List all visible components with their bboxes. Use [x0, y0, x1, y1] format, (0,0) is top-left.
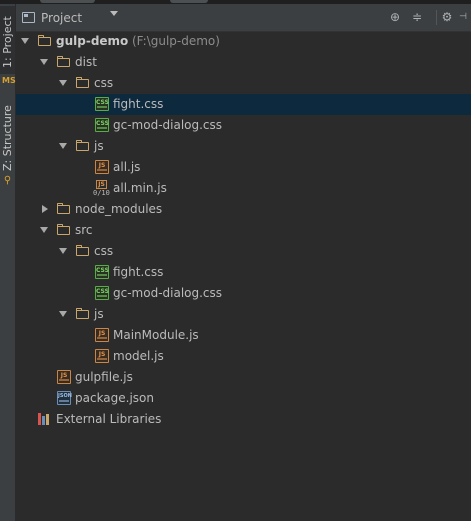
js-file-icon: JS: [95, 328, 109, 342]
header-divider: [436, 10, 437, 25]
tree-file-row[interactable]: CSS fight.css: [16, 94, 471, 115]
minified-js-file-icon: JS 0/10: [93, 180, 110, 197]
tree-item-label: model.js: [113, 349, 164, 363]
tree-item-label: External Libraries: [56, 412, 162, 426]
tree-item-label: fight.css: [113, 97, 164, 111]
target-icon[interactable]: ⊕: [388, 10, 402, 24]
tree-folder-row[interactable]: js: [16, 304, 471, 325]
left-tool-strip: 1: Project MS Z: Structure ⚲: [0, 4, 16, 521]
tree-item-label: all.min.js: [113, 181, 167, 195]
tree-folder-row[interactable]: css: [16, 73, 471, 94]
top-tab-1: [40, 0, 95, 3]
tree-item-label: MainModule.js: [113, 328, 199, 342]
folder-icon: [38, 35, 51, 46]
library-icon: [38, 413, 50, 425]
tab-structure[interactable]: Z: Structure: [0, 96, 15, 174]
ms-plugin-icon[interactable]: MS: [2, 76, 16, 86]
gear-icon[interactable]: ⚙: [440, 10, 454, 24]
tree-item-path-hint: (F:\gulp-demo): [132, 34, 220, 48]
tree-item-label: js: [94, 139, 104, 153]
expand-arrow-icon[interactable]: [40, 59, 48, 65]
structure-icon: ⚲: [3, 175, 12, 186]
tree-file-row[interactable]: CSS gc-mod-dialog.css: [16, 283, 471, 304]
tree-item-label: fight.css: [113, 265, 164, 279]
json-file-icon: JSON: [57, 391, 72, 405]
chevron-down-icon[interactable]: [110, 11, 118, 16]
folder-icon: [57, 224, 70, 235]
tree-item-label: gc-mod-dialog.css: [113, 118, 223, 132]
folder-icon: [57, 203, 70, 214]
tree-file-row[interactable]: CSS fight.css: [16, 262, 471, 283]
view-selector-label: Project: [41, 10, 83, 25]
tree-file-row[interactable]: JS 0/10 all.min.js: [16, 178, 471, 199]
tab-project[interactable]: 1: Project: [0, 6, 15, 74]
js-file-icon: JS: [57, 370, 71, 384]
expand-arrow-icon[interactable]: [59, 311, 67, 317]
js-file-icon: JS: [95, 160, 109, 174]
tab-project-label: 1: Project: [1, 16, 14, 68]
top-tab-2: [170, 0, 208, 3]
tree-item-label: node_modules: [75, 202, 163, 216]
js-file-icon: JS: [95, 349, 109, 363]
tree-folder-row[interactable]: node_modules: [16, 199, 471, 220]
tree-item-label: src: [75, 223, 93, 237]
folder-icon: [76, 308, 89, 319]
tree-file-row[interactable]: JSON package.json: [16, 388, 471, 409]
tree-item-label: css: [94, 76, 114, 90]
expand-arrow-icon[interactable]: [59, 248, 67, 254]
tree-file-row[interactable]: External Libraries: [16, 409, 471, 430]
tree-file-row[interactable]: JS all.js: [16, 157, 471, 178]
css-file-icon: CSS: [95, 265, 109, 279]
tab-structure-label: Z: Structure: [1, 105, 14, 171]
tree-item-hint-wrap: (F:\gulp-demo): [132, 34, 220, 48]
tree-folder-row[interactable]: gulp-demo (F:\gulp-demo): [16, 31, 471, 52]
tree-file-row[interactable]: JS model.js: [16, 346, 471, 367]
expand-arrow-icon[interactable]: [59, 143, 67, 149]
tree-item-label: dist: [75, 55, 97, 69]
tree-item-label: js: [94, 307, 104, 321]
tree-item-label: package.json: [75, 391, 155, 405]
tree-item-label: css: [94, 244, 114, 258]
expand-arrow-icon[interactable]: [40, 227, 48, 233]
tree-file-row[interactable]: JS MainModule.js: [16, 325, 471, 346]
folder-icon: [76, 140, 89, 151]
view-selector[interactable]: Project: [22, 9, 82, 26]
expand-arrow-icon[interactable]: [21, 38, 29, 44]
project-tree: gulp-demo (F:\gulp-demo) dist css CSS fight.c…: [16, 31, 471, 521]
expand-arrow-icon[interactable]: [59, 80, 67, 86]
hide-icon[interactable]: ⊣: [456, 10, 470, 24]
tree-item-label: gulpfile.js: [75, 370, 133, 384]
tree-file-row[interactable]: CSS gc-mod-dialog.css: [16, 115, 471, 136]
tree-item-label: gulp-demo: [56, 34, 129, 48]
tree-item-label: all.js: [113, 160, 141, 174]
tree-folder-row[interactable]: js: [16, 136, 471, 157]
tree-folder-row[interactable]: dist: [16, 52, 471, 73]
project-view-icon: [22, 12, 35, 23]
css-file-icon: CSS: [95, 118, 109, 132]
css-file-icon: CSS: [95, 286, 109, 300]
css-file-icon: CSS: [95, 97, 109, 111]
folder-icon: [76, 77, 89, 88]
tree-folder-row[interactable]: src: [16, 220, 471, 241]
collapse-arrow-icon[interactable]: [42, 205, 48, 213]
folder-icon: [76, 245, 89, 256]
tree-file-row[interactable]: JS gulpfile.js: [16, 367, 471, 388]
tree-folder-row[interactable]: css: [16, 241, 471, 262]
project-panel-header: Project ⊕ ≑ ⚙ ⊣: [16, 4, 471, 32]
folder-icon: [57, 56, 70, 67]
collapse-icon[interactable]: ≑: [410, 10, 424, 24]
tree-item-label: gc-mod-dialog.css: [113, 286, 223, 300]
